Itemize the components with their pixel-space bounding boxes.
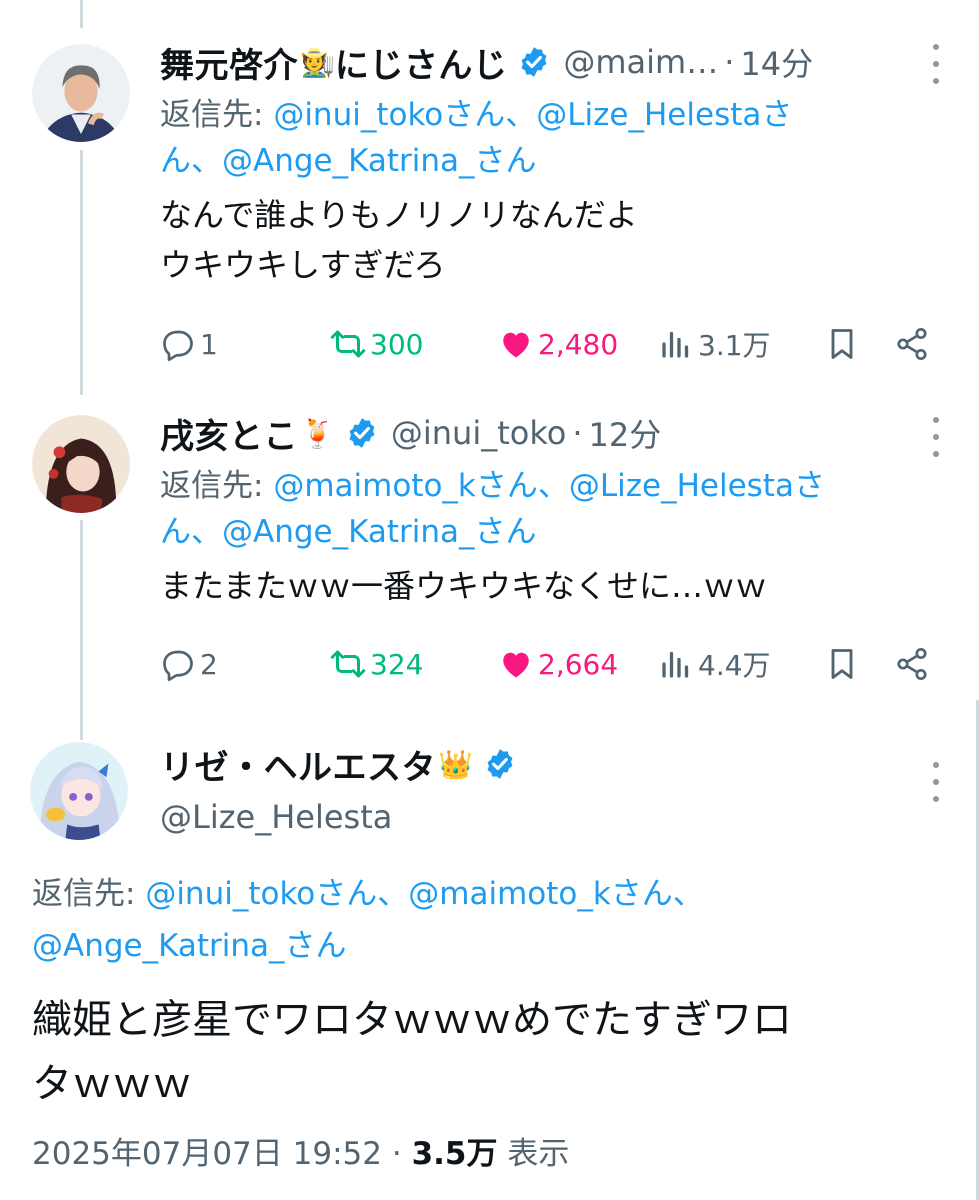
reply-to: 返信先: @inui_tokoさん、@maimoto_kさん、 @Ange_Ka… [32,868,959,972]
retweet-count: 324 [370,647,424,681]
views-icon [662,331,689,358]
views-count: 4.4万 [698,649,771,682]
views-count: 3.5万 [411,1136,498,1172]
reply-mentions-cont[interactable]: ん、@Ange_Katrina_さん [160,514,537,550]
retweet-count: 300 [370,327,424,361]
share-icon [897,647,927,681]
verified-badge-icon [517,45,551,79]
bookmark-button[interactable] [824,646,864,682]
tweet-text: なんで誰よりもノリノリなんだよ ウキウキしすぎだろ [160,190,919,290]
like-button[interactable]: 2,480 [498,326,618,362]
retweet-button[interactable]: 300 [330,326,423,362]
reply-to: 返信先: @inui_tokoさん、@Lize_Helestaさ ん、@Ange… [160,92,919,184]
bookmark-icon [831,649,853,679]
retweet-icon [330,650,366,678]
tweet-text: またまたｗｗ一番ウキウキなくせに…ｗｗ [160,561,919,611]
views-button[interactable]: 4.4万 [658,644,771,684]
verified-badge-icon [345,416,379,450]
tweet-inui[interactable]: 戌亥とこ 🍹 @inui_toko · 12分 返信先: @maimoto_kさ… [0,395,979,715]
handle[interactable]: @Lize_Helesta [160,798,517,836]
reply-mentions[interactable]: @inui_tokoさん、@maimoto_kさん、 [145,876,704,912]
retweet-button[interactable]: 324 [330,646,423,682]
handle[interactable]: @maim… [563,43,718,81]
separator-dot: · [391,1136,412,1172]
bookmark-button[interactable] [824,326,864,362]
reply-icon [163,650,193,682]
reply-count: 2 [200,647,218,681]
reply-icon [163,330,193,362]
tweet-text-line: タｗｗｗ [32,1061,192,1107]
avatar[interactable] [32,415,130,513]
separator-dot: · [572,414,583,452]
more-icon[interactable] [929,762,943,802]
bookmark-icon [831,329,853,359]
views-icon [662,651,689,678]
like-icon [503,652,529,678]
reply-mentions[interactable]: @inui_tokoさん、@Lize_Helestaさ [273,97,792,133]
more-icon[interactable] [929,44,943,84]
display-name[interactable]: 戌亥とこ [160,409,298,458]
share-button[interactable] [894,326,934,362]
views-label: 表示 [507,1136,570,1172]
reply-prefix: 返信先: [160,97,264,133]
like-button[interactable]: 2,664 [498,646,618,682]
reply-prefix: 返信先: [160,468,264,504]
like-icon [503,332,529,358]
display-name[interactable]: 舞元啓介 [160,38,298,87]
tweet-text-line: 織姫と彦星でワロタｗｗｗめでたすぎワロ [32,997,792,1043]
avatar[interactable] [30,742,128,840]
views-count: 3.1万 [698,329,771,362]
separator-dot: · [724,43,735,81]
crown-emoji: 👑 [438,747,473,781]
cocktail-emoji: 🍹 [300,416,335,450]
tweet-maimoto[interactable]: 舞元啓介 🧑‍🌾 にじさんじ @maim… · 14分 返信先: @inui_t… [0,0,979,395]
post-date[interactable]: 2025年07月07日 19:52 [32,1136,382,1172]
reply-mentions[interactable]: @maimoto_kさん、@Lize_Helestaさ [273,468,825,504]
reply-prefix: 返信先: [32,876,136,912]
share-button[interactable] [894,646,934,682]
display-name-suffix[interactable]: にじさんじ [335,38,508,87]
handle[interactable]: @inui_toko [391,414,566,452]
timestamp[interactable]: 12分 [588,410,661,456]
tweet-text-line: なんで誰よりもノリノリなんだよ [160,196,638,234]
reply-mentions-cont[interactable]: @Ange_Katrina_さん [32,928,347,964]
tweet-meta: 2025年07月07日 19:52 · 3.5万 表示 [32,1128,569,1173]
more-icon[interactable] [929,417,943,457]
farmer-emoji: 🧑‍🌾 [300,45,335,79]
views-button[interactable]: 3.1万 [658,324,771,364]
tweet-text-line: またまたｗｗ一番ウキウキなくせに…ｗｗ [160,567,768,605]
tweet-text-line: ウキウキしすぎだろ [160,246,446,284]
tweet-text: 織姫と彦星でワロタｗｗｗめでたすぎワロ タｗｗｗ [32,988,939,1116]
like-count: 2,664 [538,647,619,681]
reply-count: 1 [200,327,218,361]
avatar[interactable] [32,44,130,142]
reply-button[interactable]: 2 [160,646,218,682]
reply-mentions-cont[interactable]: ん、@Ange_Katrina_さん [160,143,537,179]
reply-button[interactable]: 1 [160,326,218,362]
verified-badge-icon [483,747,517,781]
reply-to: 返信先: @maimoto_kさん、@Lize_Helestaさ ん、@Ange… [160,463,919,555]
like-count: 2,480 [538,327,619,361]
timestamp[interactable]: 14分 [740,39,813,85]
display-name[interactable]: リゼ・ヘルエスタ [160,740,436,789]
share-icon [897,327,927,361]
retweet-icon [330,330,366,358]
